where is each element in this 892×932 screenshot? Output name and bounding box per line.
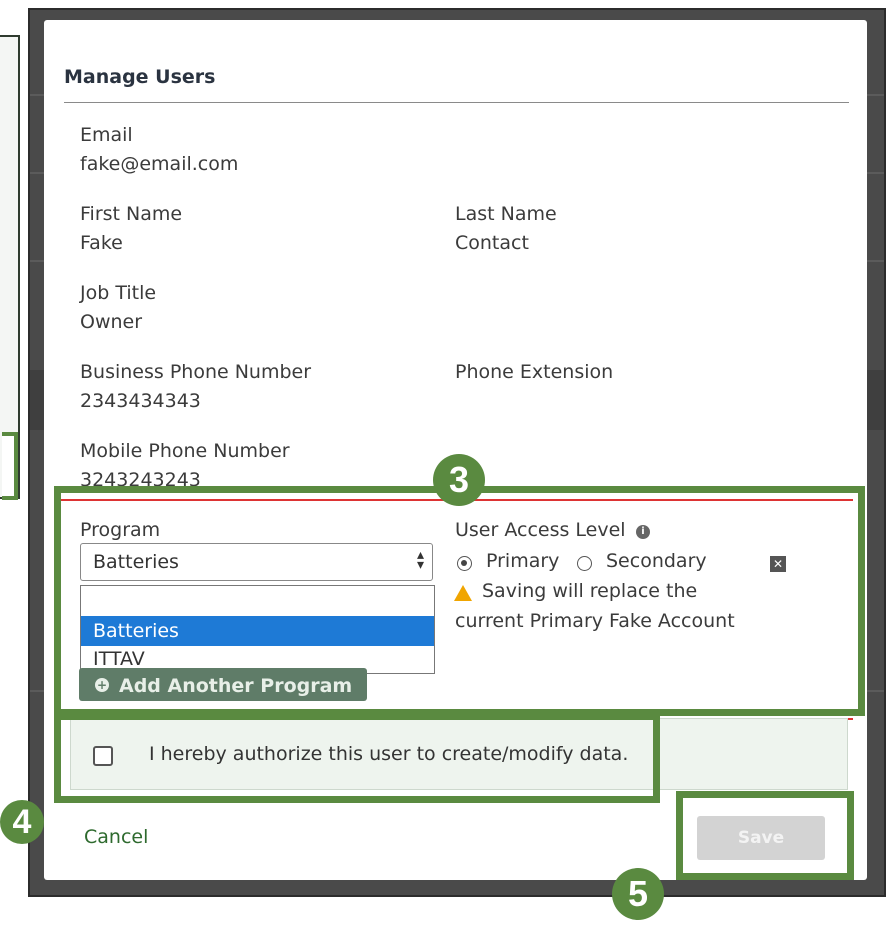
step-4-badge: 4 bbox=[0, 800, 44, 844]
business-phone-label: Business Phone Number bbox=[80, 361, 312, 383]
phone-extension-label: Phone Extension bbox=[455, 361, 614, 383]
dialog-title: Manage Users bbox=[64, 66, 216, 88]
last-name-value: Contact bbox=[455, 232, 529, 254]
mobile-phone-label: Mobile Phone Number bbox=[80, 440, 290, 462]
job-title-label: Job Title bbox=[80, 282, 157, 304]
title-divider bbox=[64, 102, 849, 103]
background-highlight bbox=[2, 432, 18, 500]
highlight-program-section bbox=[54, 486, 865, 716]
step-5-badge: 5 bbox=[612, 868, 664, 920]
business-phone-value: 2343434343 bbox=[80, 390, 201, 412]
highlight-authorize bbox=[54, 713, 660, 803]
cancel-link[interactable]: Cancel bbox=[84, 826, 148, 848]
email-label: Email bbox=[80, 124, 133, 146]
background-panel bbox=[0, 35, 20, 499]
email-value: fake@email.com bbox=[80, 153, 239, 175]
highlight-save bbox=[676, 791, 854, 880]
first-name-value: Fake bbox=[80, 232, 123, 254]
first-name-label: First Name bbox=[80, 203, 183, 225]
job-title-value: Owner bbox=[80, 311, 143, 333]
step-3-badge: 3 bbox=[433, 454, 485, 506]
last-name-label: Last Name bbox=[455, 203, 557, 225]
